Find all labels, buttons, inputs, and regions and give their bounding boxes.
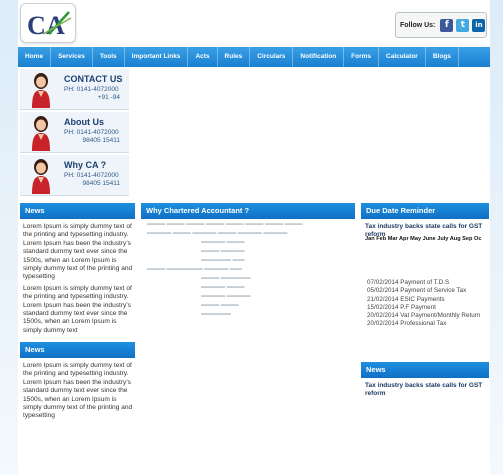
due-date-item[interactable]: 05/02/2014 Payment of Service Tax (367, 287, 489, 295)
nav-home[interactable]: Home (18, 47, 52, 67)
why-ca-content: ▬▬▬ ▬▬▬ ▬▬▬ ▬▬▬ ▬▬▬ ▬▬▬ ▬▬▬ ▬▬▬ ▬▬▬▬ ▬▬▬… (147, 221, 303, 317)
due-date-heading: Due Date Reminder (361, 203, 489, 219)
site-logo[interactable]: C A (20, 3, 76, 43)
nav-important-links[interactable]: Important Links (125, 47, 189, 67)
linkedin-icon[interactable]: in (472, 18, 486, 32)
news-heading: News (361, 362, 489, 378)
nav-acts[interactable]: Acts (188, 47, 218, 67)
due-date-item[interactable]: 21/02/2014 ESIC Payments (367, 296, 489, 304)
about-us-box[interactable]: About Us PH: 0141-4072000 98405 15411 (20, 112, 129, 153)
woman-avatar-icon (32, 73, 50, 108)
contact-us-phone: PH: 0141-4072000 (64, 86, 119, 93)
why-ca-title: Why CA ? (64, 160, 107, 170)
news-paragraph: Lorem Ipsum is simply dummy text of the … (23, 284, 132, 334)
nav-forms[interactable]: Forms (344, 47, 380, 67)
news-headline[interactable]: Tax industry backs state calls for GST r… (365, 382, 489, 398)
nav-blogs[interactable]: Blogs (426, 47, 459, 67)
follow-us-box: Follow Us: f t in (395, 12, 487, 38)
woman-avatar-icon (32, 159, 50, 194)
nav-notification[interactable]: Notification (293, 47, 345, 67)
twitter-icon[interactable]: t (456, 18, 470, 32)
about-us-phone: PH: 0141-4072000 (64, 129, 119, 136)
about-us-title: About Us (64, 117, 104, 127)
contact-us-mobile: +91 -94 (97, 94, 120, 101)
due-date-item[interactable]: 15/02/2014 P.F Payment (367, 304, 489, 312)
contact-us-box[interactable]: CONTACT US PH: 0141-4072000 +91 -94 (20, 69, 129, 110)
due-date-item[interactable]: 20/02/2014 Professional Tax (367, 320, 489, 328)
nav-calculator[interactable]: Calculator (379, 47, 426, 67)
about-us-mobile: 98405 15411 (82, 137, 120, 144)
news-text: Lorem Ipsum is simply dummy text of the … (23, 362, 133, 424)
why-ca-heading: Why Chartered Accountant ? (141, 203, 355, 219)
month-selector[interactable]: Jan Feb Mar Apr May June July Aug Sep Oc (365, 236, 489, 242)
news-paragraph: Lorem Ipsum is simply dummy text of the … (23, 362, 133, 420)
main-nav: Home Services Tools Important Links Acts… (18, 47, 490, 67)
why-ca-mobile: 98405 15411 (82, 180, 120, 187)
nav-services[interactable]: Services (51, 47, 93, 67)
news-heading: News (20, 342, 135, 358)
facebook-icon[interactable]: f (440, 18, 454, 32)
contact-us-title: CONTACT US (64, 74, 123, 84)
follow-us-label: Follow Us: (400, 21, 436, 29)
why-ca-phone: PH: 0141-4072000 (64, 172, 119, 179)
news-heading: News (20, 203, 135, 219)
nav-tools[interactable]: Tools (93, 47, 125, 67)
nav-rules[interactable]: Rules (218, 47, 251, 67)
due-date-item[interactable]: 20/02/2014 Vat Payment/Monthly Return (367, 312, 489, 320)
why-ca-box[interactable]: Why CA ? PH: 0141-4072000 98405 15411 (20, 155, 129, 196)
news-text: Lorem Ipsum is simply dummy text of the … (23, 223, 133, 338)
news-paragraph: Lorem Ipsum is simply dummy text of the … (23, 223, 133, 281)
due-date-list: 07/02/2014 Payment of T.D.S 05/02/2014 P… (367, 279, 489, 329)
woman-avatar-icon (32, 116, 50, 151)
svg-text:C: C (27, 11, 46, 40)
due-date-item[interactable]: 07/02/2014 Payment of T.D.S (367, 279, 489, 287)
ca-logo-icon: C A (27, 11, 72, 40)
nav-circulars[interactable]: Circulars (250, 47, 294, 67)
